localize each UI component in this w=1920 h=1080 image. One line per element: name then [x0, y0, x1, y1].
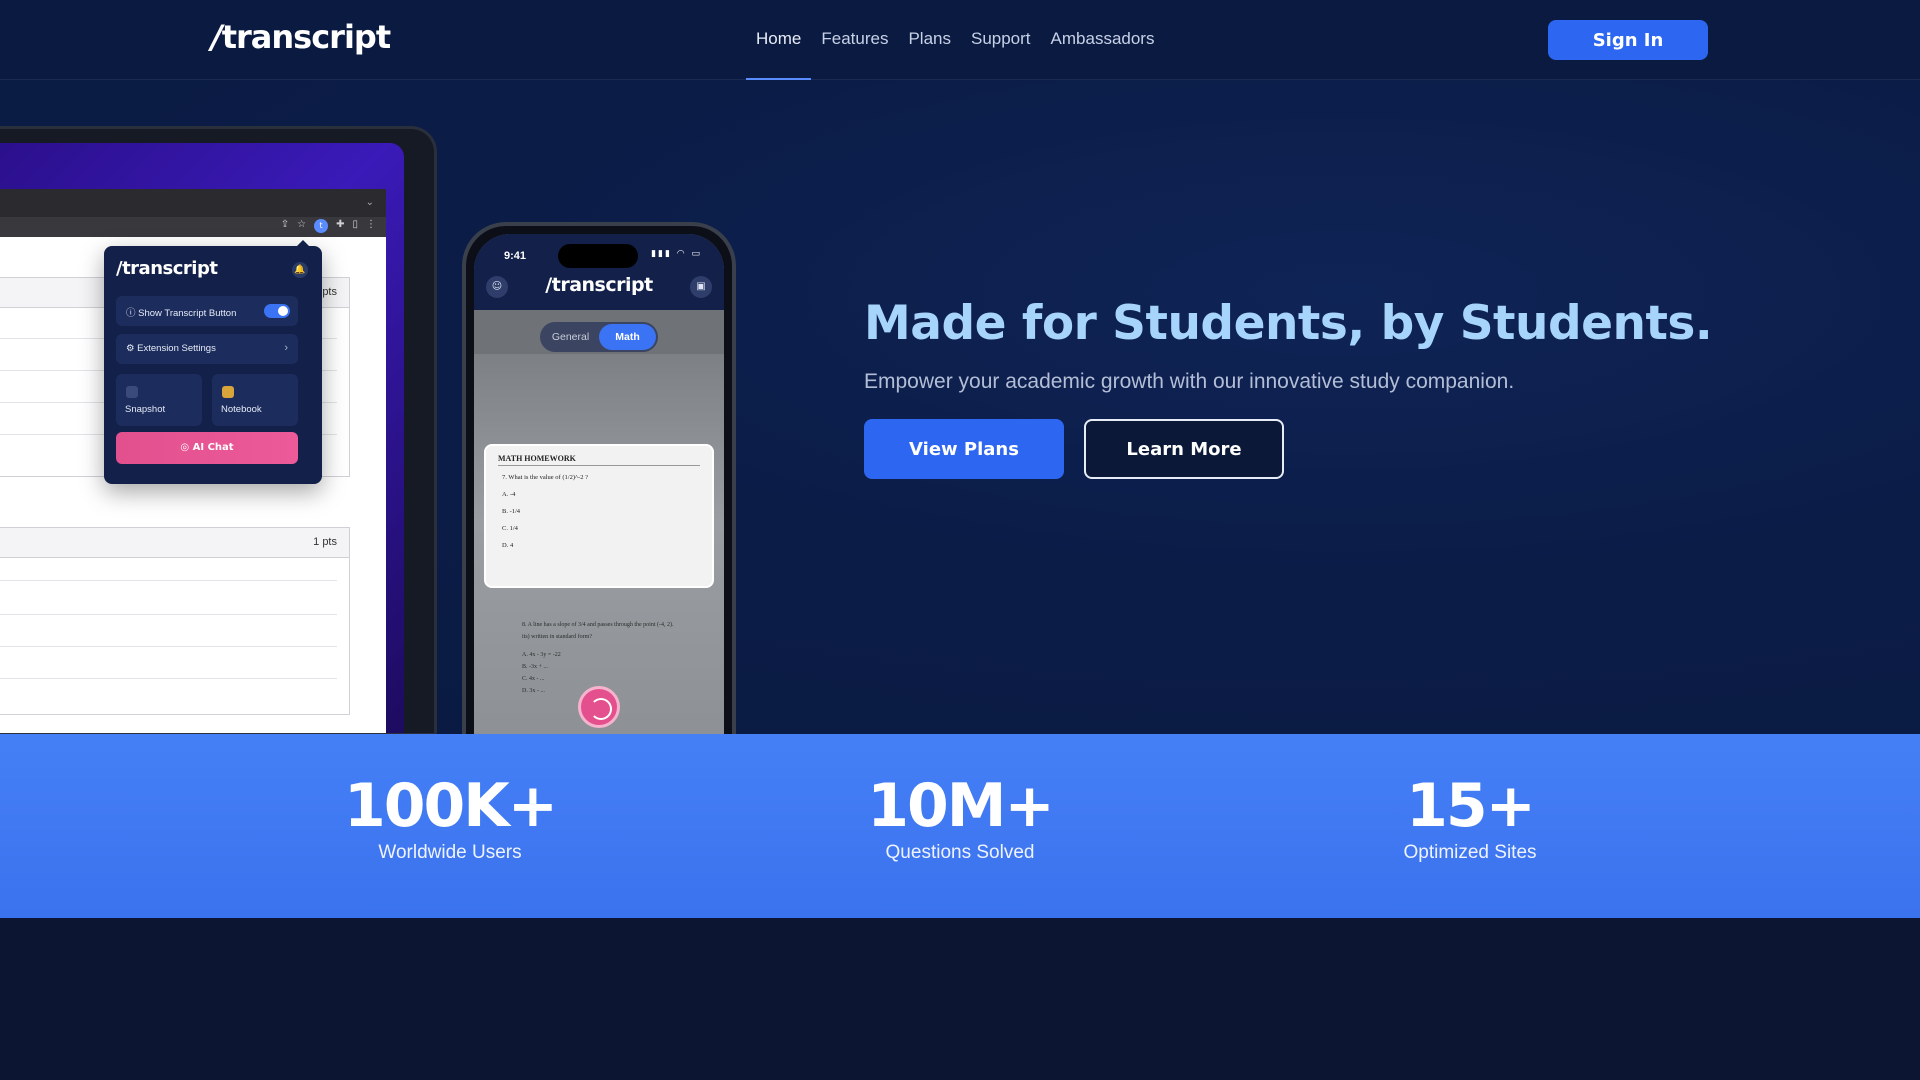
- phone-mockup: 9:41 ▮▮▮ ◠ ▭ ☺ /transcript ▣ General Mat…: [462, 222, 736, 742]
- stat-value: 10M+: [867, 771, 1054, 841]
- snapshot-label: Snapshot: [125, 404, 166, 415]
- notebook-icon: [222, 386, 234, 398]
- paper-text: B. -3x + ...: [522, 664, 548, 670]
- hero-subtitle: Empower your academic growth with our in…: [864, 370, 1515, 393]
- ai-chat-label: AI Chat: [192, 442, 234, 453]
- ai-chat-button[interactable]: ◎ AI Chat: [116, 432, 298, 464]
- capture-button[interactable]: [578, 686, 620, 728]
- share-icon[interactable]: ⇪: [281, 219, 289, 233]
- learn-more-button[interactable]: Learn More: [1084, 419, 1284, 479]
- extension-settings-label: Extension Settings: [137, 343, 216, 354]
- stat-value: 100K+: [343, 771, 558, 841]
- nav-home[interactable]: Home: [746, 0, 812, 80]
- answer-line: [0, 614, 337, 615]
- stat-label: Questions Solved: [885, 842, 1035, 863]
- scan-line: D. 4: [502, 542, 514, 549]
- nav-plans[interactable]: Plans: [898, 0, 961, 80]
- paper-text: 8. A line has a slope of 3/4 and passes …: [522, 622, 674, 628]
- stat-value: 15+: [1406, 771, 1536, 841]
- sidebar-icon[interactable]: ▯: [352, 219, 358, 233]
- tab-general[interactable]: General: [542, 324, 599, 350]
- browser-toolbar-icons: ⇪ ☆ t ✚ ▯ ⋮: [281, 219, 376, 233]
- show-transcript-button-label: Show Transcript Button: [138, 308, 237, 319]
- notebook-label: Notebook: [221, 404, 262, 415]
- stat-users: 100K+ Worldwide Users: [250, 774, 650, 864]
- scan-title: MATH HOMEWORK: [498, 454, 700, 466]
- extension-settings-row[interactable]: ⚙ Extension Settings ›: [116, 334, 298, 364]
- stats-band: 100K+ Worldwide Users 10M+ Questions Sol…: [0, 734, 1920, 918]
- main-nav: Home Features Plans Support Ambassadors: [746, 0, 1164, 80]
- status-icons: ▮▮▮ ◠ ▭: [651, 249, 702, 259]
- popup-logo: /transcript: [116, 258, 218, 279]
- sign-in-button[interactable]: Sign In: [1548, 20, 1708, 60]
- answer-line: [0, 678, 337, 679]
- browser-toolbar: ⇪ ☆ t ✚ ▯ ⋮: [0, 217, 386, 237]
- bell-icon[interactable]: 🔔: [292, 262, 308, 278]
- extension-popup: /transcript 🔔 ⓘ Show Transcript Button ⚙…: [104, 240, 322, 484]
- stat-label: Worldwide Users: [378, 842, 522, 863]
- stat-questions: 10M+ Questions Solved: [760, 774, 1160, 864]
- site-logo[interactable]: /transcript: [211, 18, 391, 56]
- chevron-right-icon: ›: [284, 342, 288, 354]
- dynamic-island: [558, 244, 638, 268]
- answer-line: [0, 580, 337, 581]
- hero-title: Made for Students, by Students.: [864, 296, 1713, 351]
- info-icon: ⓘ: [126, 308, 139, 319]
- puzzle-icon[interactable]: ✚: [336, 219, 344, 233]
- paper-text: D. 3x - ...: [522, 688, 545, 694]
- phone-app-header: 9:41 ▮▮▮ ◠ ▭ ☺ /transcript ▣: [474, 234, 724, 310]
- view-plans-button[interactable]: View Plans: [864, 419, 1064, 479]
- browser-tabbar: ⌄: [0, 189, 386, 217]
- page-footer-area: [0, 918, 1920, 1080]
- snapshot-tile[interactable]: Snapshot: [116, 374, 202, 426]
- show-transcript-toggle[interactable]: [264, 304, 290, 318]
- more-icon[interactable]: ⋮: [366, 219, 376, 233]
- tab-math[interactable]: Math: [599, 324, 656, 350]
- show-transcript-button-row[interactable]: ⓘ Show Transcript Button: [116, 296, 298, 326]
- scan-line: B. -1/4: [502, 508, 521, 515]
- nav-support[interactable]: Support: [961, 0, 1041, 80]
- star-icon[interactable]: ☆: [297, 219, 306, 233]
- mode-switch: General Math: [540, 322, 658, 352]
- chevron-down-icon: ⌄: [365, 197, 374, 208]
- question-card: 1 pts: [0, 527, 350, 715]
- gallery-icon[interactable]: ▣: [690, 276, 712, 298]
- gear-icon: ⚙: [126, 343, 138, 354]
- nav-ambassadors[interactable]: Ambassadors: [1041, 0, 1165, 80]
- nav-features[interactable]: Features: [811, 0, 898, 80]
- question-points: 1 pts: [0, 528, 349, 558]
- stat-sites: 15+ Optimized Sites: [1270, 774, 1670, 864]
- scan-line: C. 1/4: [502, 525, 518, 532]
- phone-logo: /transcript: [545, 274, 653, 296]
- paper-text: C. 4x - ...: [522, 676, 545, 682]
- logo-slash: /: [211, 18, 223, 56]
- scan-selection[interactable]: MATH HOMEWORK 7. What is the value of (1…: [484, 444, 714, 588]
- stat-label: Optimized Sites: [1403, 842, 1537, 863]
- site-header: /transcript Home Features Plans Support …: [0, 0, 1920, 80]
- snapshot-icon: [126, 386, 138, 398]
- ai-chat-icon: ◎: [180, 442, 193, 453]
- status-time: 9:41: [504, 250, 527, 262]
- transcript-extension-icon[interactable]: t: [314, 219, 329, 233]
- paper-text: its) written in standard form?: [522, 634, 592, 640]
- paper-text: A. 4x - 3y = -22: [522, 652, 561, 658]
- scan-line: 7. What is the value of (1/2)^-2 ?: [502, 474, 588, 481]
- notebook-tile[interactable]: Notebook: [212, 374, 298, 426]
- scan-line: A. -4: [502, 491, 516, 498]
- phone-screen: 9:41 ▮▮▮ ◠ ▭ ☺ /transcript ▣ General Mat…: [474, 234, 724, 742]
- logo-text: transcript: [221, 18, 391, 56]
- answer-line: [0, 646, 337, 647]
